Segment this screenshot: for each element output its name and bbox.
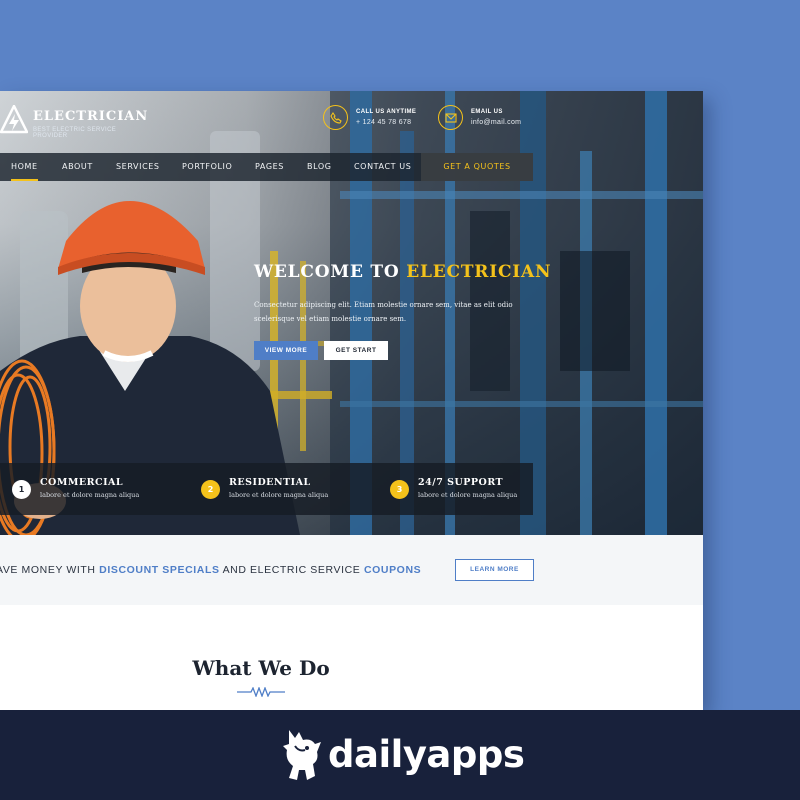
contact-phone-value: + 124 45 78 678 [356, 119, 412, 126]
nav-item-about[interactable]: ABOUT [62, 153, 93, 181]
promo-highlight-discount[interactable]: DISCOUNT SPECIALS [99, 564, 219, 576]
hero-title-highlight: ELECTRICIAN [406, 262, 552, 282]
nav-item-pages[interactable]: PAGES [255, 153, 284, 181]
brand-name: dailyapps [328, 733, 525, 776]
view-more-button[interactable]: VIEW MORE [254, 341, 318, 360]
section-title: What We Do [192, 656, 330, 680]
feature-title: 24/7 SUPPORT [418, 477, 504, 488]
main-nav: HOME ABOUT SERVICES PORTFOLIO PAGES BLOG… [0, 153, 533, 181]
nav-item-home[interactable]: HOME [11, 153, 38, 181]
features-strip: 1 COMMERCIAL labore et dolore magna aliq… [0, 463, 533, 515]
hero-section: ELECTRICIAN BEST ELECTRIC SERVICE PROVID… [0, 91, 703, 535]
feature-number: 2 [201, 480, 220, 499]
bolt-logo-icon [0, 105, 28, 134]
feature-number: 1 [12, 480, 31, 499]
zigzag-divider-icon [237, 687, 285, 697]
get-start-button[interactable]: GET START [324, 341, 388, 360]
contact-phone-label: CALL US ANYTIME [356, 109, 417, 115]
mail-icon [438, 105, 463, 130]
feature-desc: labore et dolore magna aliqua [40, 491, 140, 499]
feature-residential[interactable]: 2 RESIDENTIAL labore et dolore magna ali… [189, 463, 364, 515]
phone-icon [323, 105, 348, 130]
nav-item-blog[interactable]: BLOG [307, 153, 332, 181]
hero-title-prefix: WELCOME TO [254, 262, 400, 282]
rhino-logo-icon [283, 730, 321, 780]
feature-desc: labore et dolore magna aliqua [418, 491, 518, 499]
contact-email-label: EMAIL US [471, 109, 503, 115]
feature-support[interactable]: 3 24/7 SUPPORT labore et dolore magna al… [378, 463, 553, 515]
hero-title: WELCOME TO ELECTRICIAN [254, 262, 551, 282]
promo-band: AVE MONEY WITH DISCOUNT SPECIALS AND ELE… [0, 535, 703, 605]
brand-footer: dailyapps [0, 710, 800, 800]
feature-number: 3 [390, 480, 409, 499]
nav-item-portfolio[interactable]: PORTFOLIO [182, 153, 232, 181]
contact-email-value: info@mail.com [471, 119, 522, 126]
feature-title: COMMERCIAL [40, 477, 124, 488]
hero-text: Consectetur adipiscing elit. Etiam moles… [254, 301, 513, 323]
promo-text-part1: AVE MONEY WITH [0, 564, 96, 576]
promo-highlight-coupons[interactable]: COUPONS [364, 564, 421, 576]
nav-item-services[interactable]: SERVICES [116, 153, 160, 181]
promo-text: AVE MONEY WITH DISCOUNT SPECIALS AND ELE… [0, 564, 421, 576]
nav-item-contact[interactable]: CONTACT US [354, 153, 411, 181]
site-logo[interactable]: ELECTRICIAN BEST ELECTRIC SERVICE PROVID… [0, 105, 147, 139]
logo-title: ELECTRICIAN [33, 109, 149, 124]
website-mockup: ELECTRICIAN BEST ELECTRIC SERVICE PROVID… [0, 91, 703, 710]
feature-commercial[interactable]: 1 COMMERCIAL labore et dolore magna aliq… [0, 463, 175, 515]
feature-desc: labore et dolore magna aliqua [229, 491, 329, 499]
learn-more-button[interactable]: LEARN MORE [455, 559, 534, 581]
promo-text-part2: AND ELECTRIC SERVICE [222, 564, 361, 576]
get-a-quote-button[interactable]: GET A QUOTES [421, 153, 533, 181]
logo-tagline: BEST ELECTRIC SERVICE PROVIDER [33, 127, 117, 139]
feature-title: RESIDENTIAL [229, 477, 311, 488]
